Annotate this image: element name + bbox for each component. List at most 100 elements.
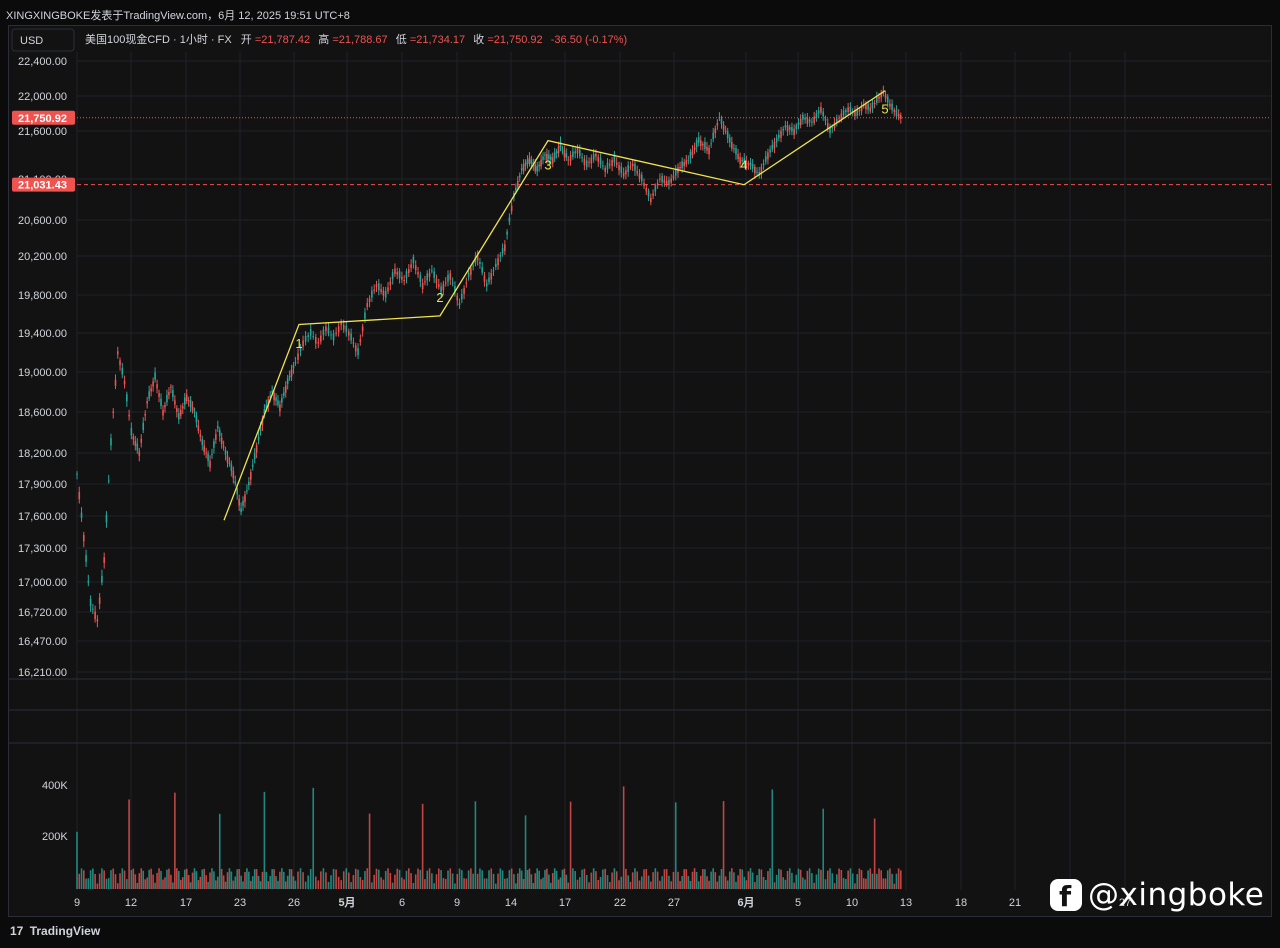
currency-label[interactable]: USD [20, 35, 43, 47]
candle-body [534, 164, 537, 172]
volume-bar [474, 801, 477, 889]
volume-bar [461, 870, 463, 889]
candle-body [116, 351, 119, 355]
volume-bar [592, 868, 595, 889]
candle-body [228, 462, 231, 464]
currency-button[interactable]: USD [11, 28, 75, 52]
candle-body [354, 345, 357, 352]
candle-body [330, 334, 332, 336]
candle-body [567, 159, 570, 161]
candle-body [769, 149, 771, 153]
volume-bar [808, 868, 811, 889]
candle-body [132, 436, 135, 440]
candle-body [368, 298, 371, 303]
volume-bar [277, 880, 279, 889]
volume-bar [530, 874, 533, 889]
volume-bar [579, 877, 581, 889]
candle-body [463, 287, 465, 294]
candle-body [697, 137, 700, 143]
candle-body [762, 163, 765, 166]
candle-body [871, 102, 874, 109]
candle-body [292, 364, 295, 369]
candle-body [232, 470, 235, 479]
volume-bar [345, 868, 348, 889]
candle-body [522, 164, 525, 172]
volume-bar [726, 880, 729, 889]
candle-body [176, 408, 178, 412]
price-tick-label: 19,000.00 [18, 367, 67, 379]
candle-body [581, 157, 583, 159]
candle-body [322, 329, 325, 336]
chart-canvas[interactable]: USD 美国100现金CFD · 1小时 · FX 开 =21,787.42 高… [0, 0, 1280, 948]
volume-bar [847, 870, 849, 889]
low-value: =21,734.17 [410, 34, 465, 46]
candle-body [335, 332, 337, 334]
candle-body [361, 326, 364, 332]
volume-bar [559, 877, 562, 889]
volume-bar [741, 869, 744, 889]
volume-bar [557, 879, 560, 889]
volume-bar [426, 870, 429, 889]
time-axis[interactable]: 9121723265月69141722276月5101318212427 [74, 896, 1131, 909]
volume-bar [516, 873, 519, 889]
candle-body [380, 289, 382, 292]
volume-bar [693, 868, 696, 889]
volume-bar [335, 869, 337, 889]
volume-tick-label: 200K [42, 831, 68, 843]
candle-body [340, 322, 342, 326]
volume-bar [618, 880, 620, 889]
volume-bar [242, 881, 244, 889]
volume-bar [567, 882, 570, 889]
candle-body [791, 127, 793, 132]
candle-body [691, 150, 694, 156]
volume-bar [876, 873, 878, 889]
high-label: 高 [318, 32, 329, 46]
candle-body [394, 268, 396, 274]
volume-bar [549, 882, 552, 889]
candle-body [873, 103, 876, 105]
candle-body [847, 107, 849, 113]
volume-bar [718, 875, 721, 889]
volume-bar [520, 870, 523, 889]
candle-body [419, 274, 422, 282]
volume-bar [92, 868, 94, 889]
volume-bar [284, 881, 287, 889]
tradingview-logo[interactable]: 17 TradingView [10, 924, 100, 938]
volume-bar [490, 868, 493, 889]
volume-bar [871, 873, 874, 889]
volume-bar [154, 882, 156, 889]
volume-bar [407, 868, 410, 889]
volume-bar [689, 881, 692, 889]
volume-bar [733, 872, 735, 889]
volume-bar [414, 874, 417, 889]
volume-bar [123, 870, 126, 889]
volume-bar [218, 813, 221, 889]
candle-body [121, 367, 124, 375]
price-axis[interactable]: 22,400.0022,000.0021,600.0021,100.0020,6… [18, 56, 67, 679]
candle-body [294, 362, 297, 364]
symbol-label: 美国100现金CFD · 1小时 · FX [85, 32, 232, 46]
candle-body [325, 326, 327, 332]
volume-bar [382, 879, 385, 889]
candle-body [479, 262, 481, 265]
volume-bar [82, 870, 85, 889]
volume-bar [488, 870, 490, 889]
volume-bar [85, 878, 87, 889]
volume-bar [638, 880, 641, 889]
candle-body [152, 381, 154, 387]
candle-body [599, 158, 602, 165]
candle-body [218, 430, 221, 436]
candle-body [620, 166, 623, 173]
candle-body [652, 193, 654, 196]
candle-body [248, 481, 250, 486]
volume-bar [248, 871, 250, 889]
volume-bar [368, 813, 371, 889]
volume-bar [250, 880, 252, 889]
candle-body [174, 400, 176, 405]
candle-body [98, 597, 101, 604]
candle-body [842, 110, 845, 116]
volume-bar [793, 882, 795, 889]
volume-bar [417, 868, 419, 889]
volume-bar [878, 868, 880, 889]
candle-body [337, 326, 340, 332]
